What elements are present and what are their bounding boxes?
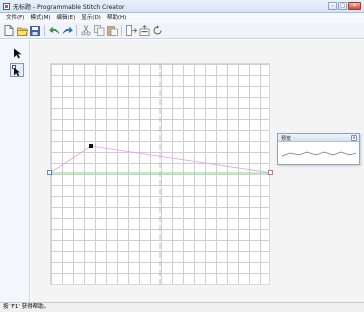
- status-bar: 按 'F1' 获得帮助。: [0, 302, 364, 312]
- preview-panel[interactable]: 预览 ✕: [277, 133, 360, 165]
- end-point-handle: [268, 170, 273, 175]
- stitch-path: [49, 145, 273, 174]
- preview-stitch-pattern: [281, 151, 357, 157]
- stitch-point-handle: [89, 144, 93, 148]
- preview-close-icon[interactable]: ✕: [351, 135, 357, 141]
- start-point-handle: [47, 170, 52, 175]
- status-text: 按 'F1' 获得帮助。: [3, 304, 50, 310]
- preview-header: 预览 ✕: [278, 134, 359, 142]
- preview-title: 预览: [281, 136, 292, 142]
